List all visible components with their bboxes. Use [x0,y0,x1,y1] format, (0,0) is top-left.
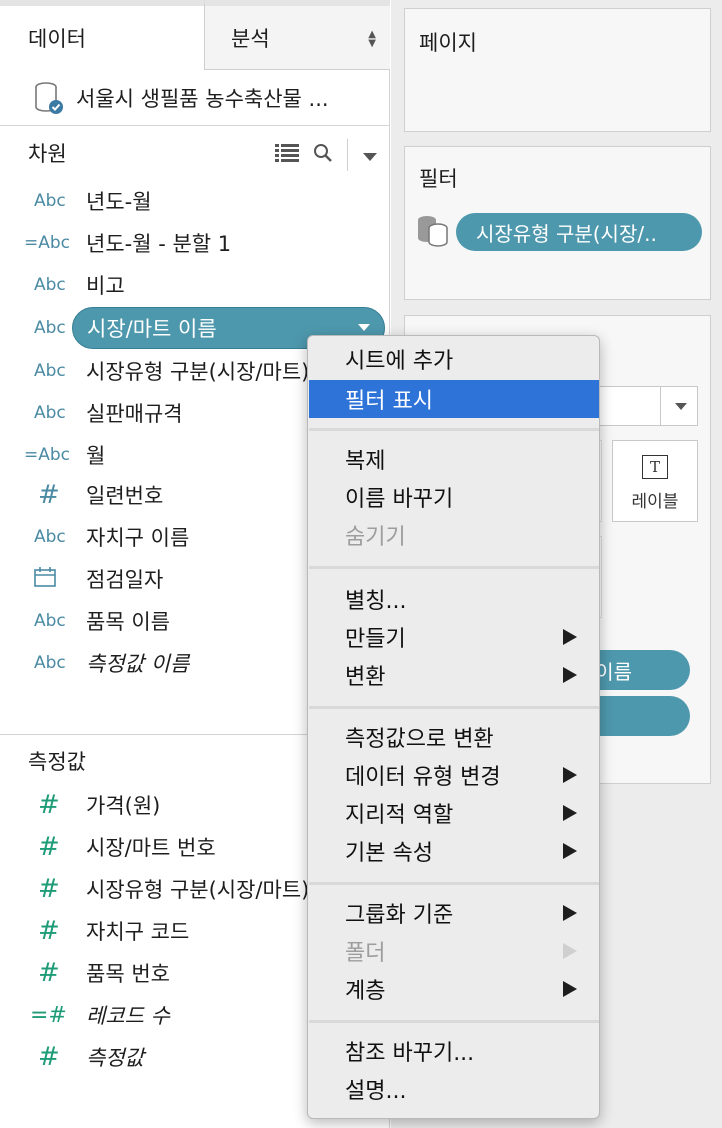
filter-pill-label: 시장유형 구분(시장/.. [476,221,657,246]
submenu-arrow-icon [563,943,577,959]
tab-analysis[interactable]: 분석 ▲ ▼ [205,0,390,70]
menu-item-create[interactable]: 만들기 [309,618,599,656]
field-name: 월 [86,444,106,468]
tab-data-label: 데이터 [28,27,86,51]
menu-item-aliases[interactable]: 별칭... [309,580,599,618]
field-name: 자치구 이름 [86,526,190,550]
menu-item-change-data-type[interactable]: 데이터 유형 변경 [309,756,599,794]
string-type-icon: Abc [34,191,66,211]
string-type-icon: Abc [34,275,66,295]
calendar-icon [0,566,86,592]
string-type-icon: Abc [34,653,66,673]
calculated-number-type-icon: =# [30,1002,67,1028]
number-type-icon: # [38,480,60,510]
menu-item-folder: 폴더 [309,932,599,970]
measures-title: 측정값 [28,749,86,774]
menu-item-convert-to-measure[interactable]: 측정값으로 변환 [309,718,599,756]
chevron-down-icon[interactable] [675,403,687,410]
text-label-icon: T [642,455,668,479]
database-filter-icon [416,214,450,252]
menu-separator [309,1020,599,1023]
submenu-arrow-icon [563,843,577,859]
number-type-icon: # [38,1042,60,1072]
field-name: 레코드 수 [86,1004,170,1028]
menu-separator [309,566,599,569]
list-view-icon[interactable] [275,143,299,167]
menu-separator [309,882,599,885]
menu-item-hide: 숨기기 [345,525,406,550]
marks-pill-label: 이름 [595,659,632,684]
dimension-field[interactable]: =Abc 년도-월 - 분할 1 [0,222,390,264]
pill-dropdown-icon[interactable] [358,324,370,331]
menu-item-add-to-sheet[interactable]: 시트에 추가 [309,340,599,378]
field-name: 시장유형 구분(시장/마트) [86,878,310,902]
field-name: 자치구 코드 [86,920,190,944]
string-type-icon: Abc [34,527,66,547]
filter-pill[interactable]: 시장유형 구분(시장/.. [456,213,702,251]
submenu-arrow-icon [563,805,577,821]
field-name: 가격(원) [86,794,161,818]
menu-item-show-filter[interactable]: 필터 표시 [309,380,599,418]
dimension-field[interactable]: Abc 년도-월 [0,180,390,222]
pages-title: 페이지 [419,31,477,55]
string-type-icon: Abc [34,611,66,631]
menu-separator [309,706,599,709]
field-name: 품목 이름 [86,610,170,634]
field-name: 품목 번호 [86,962,170,986]
menu-item-geographic-role[interactable]: 지리적 역할 [309,794,599,832]
number-type-icon: # [38,958,60,988]
submenu-arrow-icon [563,905,577,921]
datasource-row[interactable]: 서울시 생필품 농수축산물 ... [0,70,390,126]
menu-item-replace-references[interactable]: 참조 바꾸기... [309,1032,599,1070]
select-divider [660,387,661,425]
dimension-field[interactable]: Abc 비고 [0,264,390,306]
number-type-icon: # [38,874,60,904]
filters-title: 필터 [419,167,458,191]
up-down-arrows-icon[interactable]: ▲ ▼ [368,30,376,49]
number-type-icon: # [38,790,60,820]
field-name: 년도-월 - 분할 1 [86,232,232,256]
tab-analysis-label: 분석 [231,26,270,51]
field-name: 점검일자 [86,568,164,592]
search-icon[interactable] [313,143,333,168]
submenu-arrow-icon [563,629,577,645]
database-connected-icon [34,81,64,115]
menu-item-default-properties[interactable]: 기본 속성 [309,832,599,870]
submenu-arrow-icon [563,981,577,997]
field-name: 시장/마트 이름 [87,317,217,341]
string-type-icon: Abc [34,403,66,423]
toolbar-divider [347,139,348,171]
menu-item-hierarchy[interactable]: 계층 [309,970,599,1008]
field-name: 시장/마트 번호 [86,836,216,860]
menu-item-transform[interactable]: 변환 [309,656,599,694]
submenu-arrow-icon [563,767,577,783]
menu-separator [309,428,599,431]
calculated-string-type-icon: =Abc [24,445,71,465]
string-type-icon: Abc [34,361,66,381]
label-button-text: 레이블 [631,492,679,512]
field-name: 일련번호 [86,484,164,508]
field-context-menu: 시트에 추가 필터 표시 복제 이름 바꾸기 숨기기 별칭... 만들기 변환 … [307,335,600,1119]
dimensions-header: 차원 [0,127,390,179]
dropdown-arrow-icon[interactable] [362,143,378,167]
field-name: 년도-월 [86,190,152,214]
tab-data[interactable]: 데이터 [0,0,205,70]
field-name: 측정값 [86,1046,144,1070]
label-mark-button[interactable]: T 레이블 [612,440,698,522]
menu-item-rename[interactable]: 이름 바꾸기 [309,478,599,516]
menu-item-duplicate[interactable]: 복제 [309,440,599,478]
pages-shelf[interactable]: 페이지 [404,8,711,132]
field-name: 측정값 이름 [86,652,190,676]
field-name: 실판매규격 [86,402,183,426]
menu-item-group-by[interactable]: 그룹화 기준 [309,894,599,932]
dimensions-title: 차원 [28,142,67,166]
number-type-icon: # [38,832,60,862]
number-type-icon: # [38,916,60,946]
calculated-string-type-icon: =Abc [24,233,71,253]
menu-item-describe[interactable]: 설명... [309,1070,599,1108]
datasource-name: 서울시 생필품 농수축산물 ... [76,86,329,111]
submenu-arrow-icon [563,667,577,683]
field-name: 시장유형 구분(시장/마트) [86,360,310,384]
field-name: 비고 [86,274,125,298]
